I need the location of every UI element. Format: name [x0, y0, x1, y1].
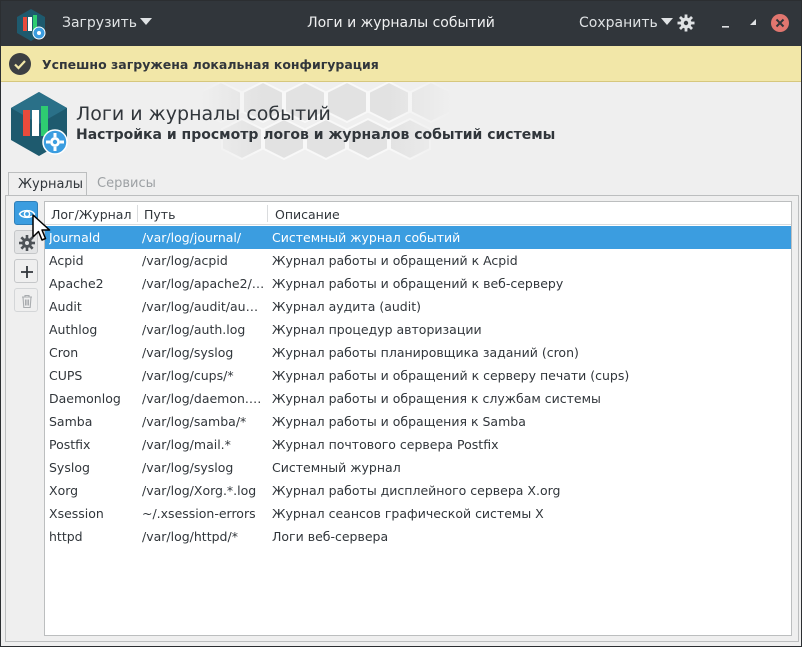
chevron-down-icon	[140, 18, 153, 25]
table-body: Journald/var/log/journal/Системный журна…	[45, 226, 791, 548]
table-row[interactable]: Acpid/var/log/acpid Журнал работы и обращ…	[45, 249, 791, 272]
table-row[interactable]: Xorg/var/log/Xorg.*.log Журнал работы дис…	[45, 479, 791, 502]
gear-icon[interactable]	[677, 14, 695, 32]
table-header: Лог/Журнал Путь Описание	[45, 202, 791, 225]
cell-log-name: Acpid	[49, 253, 84, 268]
column-header-path[interactable]: Путь	[144, 207, 175, 222]
notification-bar: Успешно загружена локальная конфигурация	[1, 46, 801, 82]
table-row[interactable]: Audit/var/log/audit/au… Журнал аудита (au…	[45, 295, 791, 318]
column-divider	[137, 205, 138, 222]
cell-path: /var/log/auth.log	[142, 322, 246, 337]
cell-log-name: Xsession	[49, 506, 104, 521]
plus-icon	[21, 266, 33, 278]
cell-path: /var/log/apache2/…	[142, 276, 265, 291]
cell-log-name: Samba	[49, 414, 93, 429]
table-row[interactable]: Daemonlog/var/log/daemon.… Журнал работы …	[45, 387, 791, 410]
trash-icon	[22, 294, 32, 309]
table-row[interactable]: Apache2/var/log/apache2/… Журнал работы и…	[45, 272, 791, 295]
delete-log-button[interactable]	[14, 288, 38, 312]
cell-log-name: Cron	[49, 345, 79, 360]
tab-journals[interactable]: Журналы	[8, 172, 87, 196]
table-row[interactable]: CUPS/var/log/cups/* Журнал работы и обращ…	[45, 364, 791, 387]
checkmark-icon	[9, 53, 31, 75]
cell-description: Системный журнал	[272, 460, 401, 475]
maximize-icon[interactable]	[746, 15, 760, 31]
cell-log-name: CUPS	[49, 368, 83, 383]
cell-description: Журнал работы и обращений к Acpid	[272, 253, 518, 268]
cell-description: Журнал почтового сервера Postfix	[272, 437, 499, 452]
column-divider	[267, 205, 268, 222]
tab-services[interactable]: Сервисы	[88, 172, 166, 196]
cell-path: /var/log/syslog	[142, 460, 234, 475]
save-menu-label: Сохранить	[579, 15, 658, 31]
cell-description: Журнал процедур авторизации	[272, 322, 482, 337]
cell-path: /var/log/cups/*	[142, 368, 234, 383]
cell-log-name: Audit	[49, 299, 82, 314]
cell-path: /var/log/acpid	[142, 253, 228, 268]
cell-log-name: Apache2	[49, 276, 104, 291]
notification-text: Успешно загружена локальная конфигурация	[42, 57, 379, 72]
cell-description: Журнал работы и обращения к службам сист…	[272, 391, 601, 406]
cell-log-name: Xorg	[49, 483, 79, 498]
cell-log-name: Daemonlog	[49, 391, 121, 406]
cell-path: ~/.xsession-errors	[142, 506, 256, 521]
cell-log-name: Syslog	[49, 460, 90, 475]
cell-path: /var/log/audit/au…	[142, 299, 259, 314]
module-logo-icon	[11, 92, 68, 156]
cell-log-name: Authlog	[49, 322, 98, 337]
save-menu-button[interactable]: Сохранить	[579, 15, 673, 31]
page-title: Логи и журналы событий	[76, 103, 331, 125]
gear-icon	[19, 235, 35, 251]
table-row[interactable]: Cron/var/log/syslog Журнал работы планиро…	[45, 341, 791, 364]
cell-path: /var/log/daemon.…	[142, 391, 262, 406]
add-log-button[interactable]	[14, 259, 38, 283]
cell-path: /var/log/httpd/*	[142, 529, 238, 544]
close-icon	[775, 18, 785, 28]
table-row[interactable]: Syslog/var/log/syslog Системный журнал	[45, 456, 791, 479]
page-subtitle: Настройка и просмотр логов и журналов со…	[76, 127, 556, 143]
cell-description: Журнал работы планировщика заданий (cron…	[272, 345, 579, 360]
load-menu-button[interactable]: Загрузить	[62, 15, 153, 31]
cell-path: /var/log/mail.*	[142, 437, 231, 452]
cell-description: Журнал сеансов графической системы X	[272, 506, 544, 521]
chevron-down-icon	[660, 18, 673, 25]
cell-path: /var/log/syslog	[142, 345, 234, 360]
cell-description: Журнал работы и обращений к веб-серверу	[272, 276, 564, 291]
close-button[interactable]	[771, 14, 789, 32]
table-row[interactable]: httpd/var/log/httpd/* Логи веб-сервера	[45, 525, 791, 548]
configure-log-button[interactable]	[14, 230, 38, 254]
app-logo-icon	[17, 9, 46, 41]
table-row[interactable]: Authlog/var/log/auth.log Журнал процедур …	[45, 318, 791, 341]
cell-description: Журнал аудита (audit)	[272, 299, 421, 314]
table-row[interactable]: Xsession ~/.xsession-errors Журнал сеансов…	[45, 502, 791, 525]
cell-description: Системный журнал событий	[272, 230, 461, 245]
minimize-icon[interactable]	[719, 15, 733, 31]
cell-log-name: Postfix	[49, 437, 91, 452]
load-menu-label: Загрузить	[62, 15, 138, 31]
cell-description: Журнал работы и обращения к Samba	[272, 414, 526, 429]
column-header-description[interactable]: Описание	[275, 207, 340, 222]
module-header: Логи и журналы событий Настройка и просм…	[1, 82, 801, 166]
app-window: Загрузить Логи и журналы событий Сохрани…	[0, 0, 802, 647]
cell-description: Журнал работы дисплейного сервера X.org	[272, 483, 561, 498]
cell-description: Журнал работы и обращений к серверу печа…	[272, 368, 630, 383]
cell-path: /var/log/Xorg.*.log	[142, 483, 257, 498]
cell-description: Логи веб-сервера	[272, 529, 389, 544]
table-row[interactable]: Journald/var/log/journal/Системный журна…	[45, 226, 791, 249]
cell-path: /var/log/samba/*	[142, 414, 247, 429]
column-header-log[interactable]: Лог/Журнал	[51, 207, 131, 222]
cell-log-name: Journald	[49, 230, 101, 245]
cell-path: /var/log/journal/	[142, 230, 242, 245]
titlebar: Загрузить Логи и журналы событий Сохрани…	[1, 1, 801, 46]
view-log-button[interactable]	[14, 201, 38, 225]
cell-log-name: httpd	[49, 529, 83, 544]
table-row[interactable]: Postfix/var/log/mail.* Журнал почтового с…	[45, 433, 791, 456]
table-row[interactable]: Samba/var/log/samba/* Журнал работы и обр…	[45, 410, 791, 433]
logs-table: Лог/Журнал Путь Описание Journald/var/lo…	[44, 201, 792, 636]
eye-icon	[18, 209, 36, 219]
